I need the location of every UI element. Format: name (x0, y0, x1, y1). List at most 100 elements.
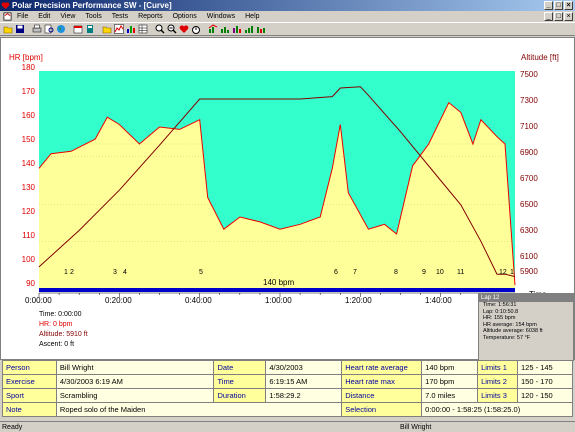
hr-tick: 90 (26, 279, 35, 288)
altitude-tick: 6100 (520, 252, 538, 261)
lap-info-popup: Lap 12 Time: 1:56:31 Lap: 0:10:50.8 HR: … (478, 293, 574, 361)
lap-marker[interactable]: 9 (422, 269, 426, 276)
lap-marker[interactable]: 12 (499, 269, 507, 276)
limits2-label: Limits 2 (477, 374, 519, 389)
hr-tick: 100 (21, 255, 35, 264)
time-tick: 0:00:00 (25, 296, 52, 305)
book-icon[interactable] (84, 24, 95, 35)
menu-edit[interactable]: Edit (33, 11, 55, 22)
stopwatch-icon[interactable] (190, 24, 201, 35)
lap-marker[interactable]: 6 (334, 269, 338, 276)
cursor-time: Time: 0:00:00 (39, 311, 82, 318)
altitude-tick: 6500 (520, 200, 538, 209)
time-value[interactable]: 6:19:15 AM (265, 374, 343, 389)
globe-icon[interactable] (55, 24, 66, 35)
analysis-icon-2[interactable] (219, 24, 230, 35)
analysis-icon-1[interactable] (207, 24, 218, 35)
date-value[interactable]: 4/30/2003 (265, 360, 343, 375)
limits2-value[interactable]: 150 - 170 (517, 374, 573, 389)
altitude-tick: 5900 (520, 267, 538, 276)
note-value[interactable]: Roped solo of the Maiden (55, 402, 343, 417)
cursor-readout: Time: 0:00:00 HR: 0 bpm Altitude: 5910 f… (39, 310, 88, 350)
menu-tools[interactable]: Tools (80, 11, 106, 22)
distance-value[interactable]: 7.0 miles (421, 388, 479, 403)
hr-max-value[interactable]: 170 bpm (421, 374, 479, 389)
sport-value[interactable]: Scrambling (55, 388, 215, 403)
lap-marker[interactable]: 1 (510, 269, 514, 276)
hr-tick: 170 (21, 87, 35, 96)
table-row: Exercise 4/30/2003 6:19 AM Time 6:19:15 … (2, 374, 573, 389)
save-icon[interactable] (14, 24, 25, 35)
child-restore-button[interactable]: □ (554, 12, 563, 21)
table-icon[interactable] (137, 24, 148, 35)
lap-info-title: Lap 12 (479, 294, 573, 302)
status-text: Ready (2, 424, 23, 431)
duration-value[interactable]: 1:58:29.2 (265, 388, 343, 403)
menu-reports[interactable]: Reports (133, 11, 168, 22)
menu-options[interactable]: Options (168, 11, 202, 22)
hr-tick: 160 (21, 111, 35, 120)
lap-marker[interactable]: 8 (394, 269, 398, 276)
lap-marker[interactable]: 5 (199, 269, 203, 276)
child-minimize-button[interactable]: _ (544, 12, 553, 21)
altitude-tick: 6300 (520, 226, 538, 235)
exercise-info-table: Person Bill Wright Date 4/30/2003 Heart … (2, 360, 573, 417)
analysis-icon-4[interactable] (243, 24, 254, 35)
exercise-value[interactable]: 4/30/2003 6:19 AM (55, 374, 215, 389)
lap-marker[interactable]: 7 (353, 269, 357, 276)
print-icon[interactable] (31, 24, 42, 35)
folder-icon[interactable] (101, 24, 112, 35)
curve-icon[interactable] (113, 24, 124, 35)
title-bar: Polar Precision Performance SW - [Curve]… (0, 0, 575, 11)
preview-icon[interactable] (43, 24, 54, 35)
close-button[interactable]: × (564, 1, 573, 10)
heart-icon (1, 2, 10, 10)
menu-view[interactable]: View (55, 11, 80, 22)
altitude-tick: 7100 (520, 122, 538, 131)
lap-marker[interactable]: 3 (113, 269, 117, 276)
altitude-tick: 6700 (520, 174, 538, 183)
limits3-value[interactable]: 120 - 150 (517, 388, 573, 403)
time-tick: 1:20:00 (345, 296, 372, 305)
time-tick: 0:20:00 (105, 296, 132, 305)
zoom-out-icon[interactable] (166, 24, 177, 35)
hr-axis-title: HR [bpm] (9, 53, 43, 62)
limit-bar (39, 288, 515, 292)
lap-marker[interactable]: 2 (70, 269, 74, 276)
zoom-icon[interactable] (154, 24, 165, 35)
analysis-icon-5[interactable] (255, 24, 266, 35)
lap-marker[interactable]: 10 (436, 269, 444, 276)
child-close-button[interactable]: × (564, 12, 573, 21)
selection-value[interactable]: 0:00:00 - 1:58:25 (1:58:25.0) (421, 402, 573, 417)
time-tick: 1:40:00 (425, 296, 452, 305)
lap-marker[interactable]: 1 (64, 269, 68, 276)
window-title: Polar Precision Performance SW - [Curve] (12, 1, 172, 10)
limits3-label: Limits 3 (477, 388, 519, 403)
heart-rate-icon[interactable] (178, 24, 189, 35)
analysis-icon-3[interactable] (231, 24, 242, 35)
calendar-icon[interactable] (72, 24, 83, 35)
lap-marker[interactable]: 4 (123, 269, 127, 276)
lap-marker[interactable]: 11 (457, 269, 464, 276)
person-value[interactable]: Bill Wright (55, 360, 215, 375)
hr-tick: 110 (22, 231, 35, 240)
hr-tick: 120 (21, 207, 35, 216)
cursor-hr: HR: 0 bpm (39, 321, 73, 328)
open-icon[interactable] (2, 24, 13, 35)
bar-chart-icon[interactable] (125, 24, 136, 35)
menu-help[interactable]: Help (240, 11, 264, 22)
time-tick: 1:00:00 (265, 296, 292, 305)
cursor-altitude: Altitude: 5910 ft (39, 331, 88, 338)
status-user: Bill Wright (400, 424, 432, 431)
menu-file[interactable]: File (12, 11, 33, 22)
hr-average-value[interactable]: 140 bpm (421, 360, 479, 375)
limits1-value[interactable]: 125 - 145 (517, 360, 573, 375)
menu-windows[interactable]: Windows (202, 11, 240, 22)
minimize-button[interactable]: _ (544, 1, 553, 10)
limits1-label: Limits 1 (477, 360, 519, 375)
sport-label: Sport (2, 388, 57, 403)
maximize-button[interactable]: □ (554, 1, 563, 10)
date-label: Date (213, 360, 267, 375)
menu-tests[interactable]: Tests (107, 11, 133, 22)
table-row: Person Bill Wright Date 4/30/2003 Heart … (2, 360, 573, 375)
